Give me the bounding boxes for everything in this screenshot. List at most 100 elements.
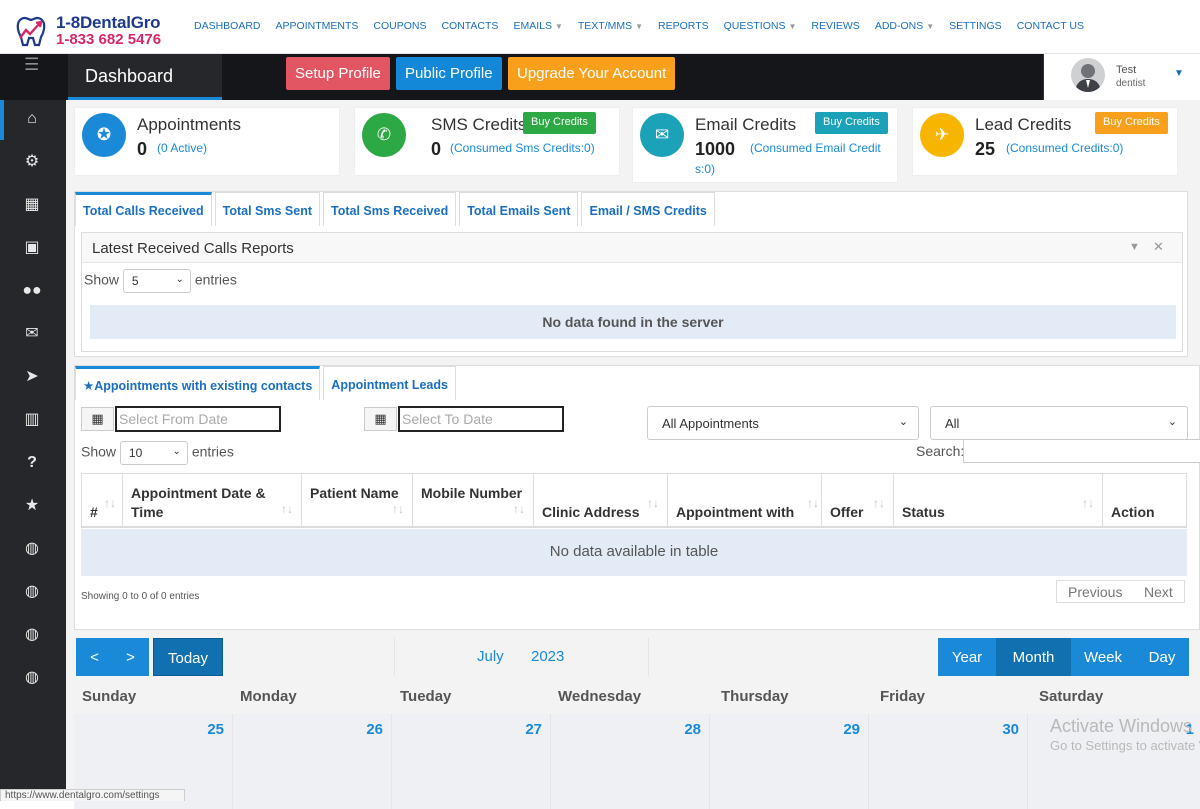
col-clinic-address[interactable]: Clinic Address ↑↓ (534, 474, 668, 527)
status-filter-select[interactable]: All ⌄ (930, 406, 1188, 440)
envelope-icon: ✉ (640, 113, 684, 157)
menu-item-label: CONTACTS (441, 20, 499, 32)
next-page-button[interactable]: Next (1133, 580, 1185, 603)
appointments-filter-select[interactable]: All Appointments ⌄ (647, 406, 919, 440)
card-subtext[interactable]: (Consumed Sms Credits:0) (450, 141, 595, 155)
to-date-input[interactable]: Select To Date (398, 406, 564, 432)
col-appointment-with[interactable]: Appointment with ↑↓ (668, 474, 822, 527)
tab-total-calls-received[interactable]: Total Calls Received (75, 192, 212, 226)
search-input[interactable] (963, 439, 1200, 463)
globe-icon[interactable]: ◍ (21, 625, 43, 645)
view-year-button[interactable]: Year (938, 638, 996, 676)
setup-profile-button[interactable]: Setup Profile (286, 57, 390, 90)
buy-sms-credits-button[interactable]: Buy Credits (523, 112, 596, 134)
menu-item-add-ons[interactable]: ADD-ONS ▼ (875, 20, 934, 32)
collapse-icon[interactable]: ▼ (1129, 241, 1140, 253)
close-icon[interactable]: ✕ (1153, 239, 1164, 255)
col-status[interactable]: Status ↑↓ (894, 474, 1103, 527)
entries-select[interactable]: 5 ⌄ (122, 269, 191, 293)
menu-item-appointments[interactable]: APPOINTMENTS (276, 20, 359, 32)
calendar-day-cell[interactable]: 26 (233, 714, 392, 809)
entries-select[interactable]: 10 ⌄ (119, 441, 188, 465)
globe-icon[interactable]: ◍ (21, 539, 43, 559)
upgrade-account-button[interactable]: Upgrade Your Account (508, 57, 676, 90)
question-icon[interactable]: ? (21, 453, 43, 473)
menu-item-contacts[interactable]: CONTACTS (441, 20, 498, 32)
entries-label: entries (194, 271, 237, 288)
public-profile-button[interactable]: Public Profile (396, 57, 502, 90)
tab-label: Appointments with existing contacts (94, 379, 313, 393)
sort-icon: ↑↓ (513, 502, 525, 516)
menu-item-settings[interactable]: SETTINGS (949, 20, 1002, 32)
tab-total-sms-sent[interactable]: Total Sms Sent (214, 192, 321, 226)
hamburger-menu-icon[interactable]: ☰ (24, 55, 39, 75)
globe-icon[interactable]: ◍ (21, 582, 43, 602)
previous-page-button[interactable]: Previous (1056, 580, 1135, 603)
view-month-button[interactable]: Month (996, 638, 1071, 676)
avatar (1071, 58, 1105, 92)
tab-total-sms-received[interactable]: Total Sms Received (323, 192, 457, 226)
view-day-button[interactable]: Day (1135, 638, 1189, 676)
tab-appointments-existing-contacts[interactable]: ★Appointments with existing contacts (75, 366, 321, 400)
gear-icon[interactable]: ⚙ (21, 152, 43, 172)
calendar-day-cell[interactable]: 30 (869, 714, 1028, 809)
calendar-day-cell[interactable]: 29 (710, 714, 869, 809)
calendar-day-cell[interactable]: 28 (551, 714, 710, 809)
card-subtext-cont[interactable]: s:0) (695, 162, 715, 176)
menu-item-text-mms[interactable]: TEXT/MMS ▼ (578, 20, 643, 32)
day-number: 30 (1002, 721, 1019, 738)
menu-item-coupons[interactable]: COUPONS (373, 20, 426, 32)
tab-email-sms-credits[interactable]: Email / SMS Credits (581, 192, 715, 226)
calendar-day-cell[interactable]: 27 (392, 714, 551, 809)
search-label: Search: (916, 443, 965, 459)
user-menu[interactable]: Test dentist ▼ (1043, 54, 1200, 100)
menu-item-reports[interactable]: REPORTS (658, 20, 709, 32)
paper-plane-icon[interactable]: ➤ (21, 367, 43, 387)
col-index[interactable]: # ↑↓ (82, 474, 123, 527)
calendar-today-button[interactable]: Today (153, 638, 223, 676)
calendar-prev-button[interactable]: < (76, 638, 113, 676)
view-week-button[interactable]: Week (1071, 638, 1135, 676)
from-date-input[interactable]: Select From Date (115, 406, 281, 432)
calendar-year[interactable]: 2023 (531, 648, 564, 665)
calendar-month[interactable]: July (477, 648, 504, 665)
star-icon[interactable]: ★ (21, 496, 43, 516)
users-icon[interactable]: ●● (21, 281, 43, 301)
card-subtext[interactable]: (Consumed Email Credit (750, 141, 881, 155)
calendar-icon[interactable]: ▦ (21, 195, 43, 215)
card-subtext[interactable]: (0 Active) (157, 141, 207, 155)
gift-icon[interactable]: ▣ (21, 238, 43, 258)
envelope-icon[interactable]: ✉ (21, 324, 43, 344)
buy-lead-credits-button[interactable]: Buy Credits (1095, 112, 1168, 134)
tab-appointment-leads[interactable]: Appointment Leads (323, 366, 456, 400)
calendar-next-button[interactable]: > (112, 638, 149, 676)
menu-item-reviews[interactable]: REVIEWS (811, 20, 859, 32)
tab-total-emails-sent[interactable]: Total Emails Sent (459, 192, 579, 226)
show-label: Show (84, 271, 120, 288)
col-appointment-date[interactable]: Appointment Date & Time ↑↓ (123, 474, 302, 527)
menu-item-label: CONTACT US (1016, 20, 1084, 32)
col-offer[interactable]: Offer ↑↓ (822, 474, 894, 527)
chevron-down-icon[interactable]: ▼ (1174, 68, 1184, 79)
sort-icon: ↑↓ (807, 496, 819, 510)
calendar-icon[interactable]: ▦ (364, 407, 397, 431)
buy-email-credits-button[interactable]: Buy Credits (815, 112, 888, 134)
col-mobile-number[interactable]: Mobile Number ↑↓ (413, 474, 534, 527)
page-title: Dashboard (68, 54, 222, 100)
menu-item-contact-us[interactable]: CONTACT US (1017, 20, 1084, 32)
home-icon[interactable]: ⌂ (21, 109, 43, 129)
sms-credits-card: ✆ SMS Credits Buy Credits 0 (Consumed Sm… (354, 107, 620, 176)
chevron-down-icon: ⌄ (172, 446, 181, 457)
table-icon[interactable]: ▥ (21, 410, 43, 430)
col-patient-name[interactable]: Patient Name ↑↓ (302, 474, 413, 527)
calendar-icon[interactable]: ▦ (81, 407, 114, 431)
brand-logo[interactable]: 1-8DentalGro 1-833 682 5476 (14, 11, 179, 49)
card-subtext[interactable]: (Consumed Credits:0) (1006, 141, 1123, 155)
menu-item-emails[interactable]: EMAILS ▼ (513, 20, 562, 32)
menu-item-questions[interactable]: QUESTIONS ▼ (724, 20, 797, 32)
chevron-down-icon: ▼ (926, 22, 935, 31)
globe-icon[interactable]: ◍ (21, 668, 43, 688)
menu-item-dashboard[interactable]: DASHBOARD (194, 20, 261, 32)
col-label: Clinic Address (542, 504, 640, 520)
menu-item-label: APPOINTMENTS (275, 20, 359, 32)
